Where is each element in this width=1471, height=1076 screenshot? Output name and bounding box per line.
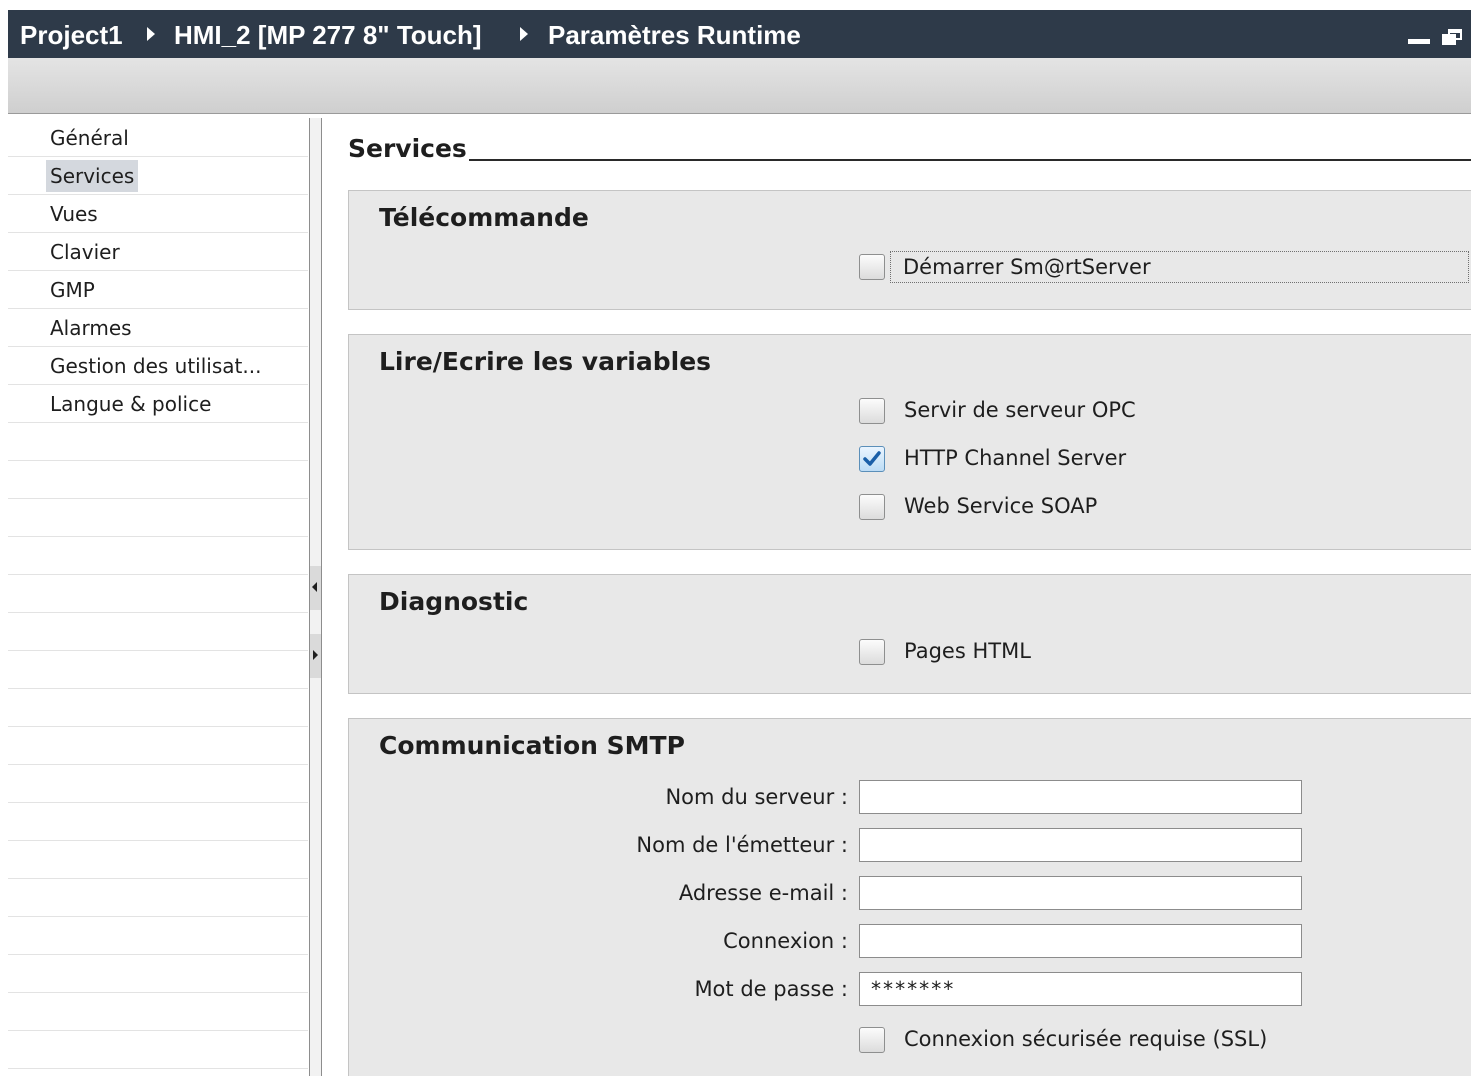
breadcrumb-page: Paramètres Runtime [548,20,801,50]
checkbox-start-smartserver[interactable] [859,254,885,280]
field-label-password: Mot de passe : [694,977,848,1001]
field-label-login: Connexion : [723,929,848,953]
breadcrumb-arrow-icon [520,27,528,41]
checkbox-web-service-soap[interactable] [859,494,885,520]
checkmark-icon [863,451,881,466]
section-title: Services [348,134,467,163]
nav-item-alarmes[interactable]: Alarmes [46,312,136,344]
checkbox-label[interactable]: Servir de serveur OPC [904,395,1136,425]
restore-icon[interactable] [1442,29,1462,45]
field-label-server: Nom du serveur : [665,785,848,809]
breadcrumb-device[interactable]: HMI_2 [MP 277 8" Touch] [174,20,482,51]
login-input[interactable] [859,924,1302,958]
breadcrumb-project[interactable]: Project1 [20,20,123,51]
toolbar [8,58,1471,114]
group-title: Lire/Ecrire les variables [379,347,712,376]
checkbox-label[interactable]: Web Service SOAP [904,491,1097,521]
panel-splitter[interactable] [309,118,322,1076]
checkbox-label[interactable]: Connexion sécurisée requise (SSL) [904,1024,1267,1054]
checkbox-label[interactable]: HTTP Channel Server [904,443,1126,473]
expand-right-icon [313,650,318,660]
nav-item-clavier[interactable]: Clavier [46,236,124,268]
editor-titlebar: Project1 HMI_2 [MP 277 8" Touch] Paramèt… [8,10,1471,58]
server-name-input[interactable] [859,780,1302,814]
minimize-icon[interactable] [1408,39,1430,44]
email-address-input[interactable] [859,876,1302,910]
nav-item-gmp[interactable]: GMP [46,274,99,306]
checkbox-opc-server[interactable] [859,398,885,424]
checkbox-pages-html[interactable] [859,639,885,665]
breadcrumb-arrow-icon [147,27,155,41]
group-title: Diagnostic [379,587,529,616]
expand-right-button[interactable] [310,634,321,678]
nav-item-vues[interactable]: Vues [46,198,102,230]
section-rule [469,159,1471,161]
checkbox-http-channel-server[interactable] [859,446,885,472]
nav-item-services[interactable]: Services [46,160,139,192]
nav-item-langue-police[interactable]: Langue & police [46,388,215,420]
collapse-left-button[interactable] [310,566,321,610]
sender-name-input[interactable] [859,828,1302,862]
group-diagnostic: Diagnostic [348,574,1471,694]
nav-item-gestion-utilisateurs[interactable]: Gestion des utilisat... [46,350,265,382]
field-label-sender: Nom de l'émetteur : [636,833,848,857]
nav-item-general[interactable]: Général [46,122,133,154]
checkbox-ssl-required[interactable] [859,1027,885,1053]
group-telecommande: Télécommande [348,190,1471,310]
collapse-left-icon [312,582,317,592]
field-label-email: Adresse e-mail : [678,881,848,905]
password-input[interactable]: ******* [859,972,1302,1006]
checkbox-label[interactable]: Pages HTML [904,636,1031,666]
group-title: Communication SMTP [379,731,685,760]
checkbox-label[interactable]: Démarrer Sm@rtServer [890,251,1469,283]
settings-nav: Général Services Vues Clavier GMP Alarme… [8,114,308,1076]
group-title: Télécommande [379,203,589,232]
